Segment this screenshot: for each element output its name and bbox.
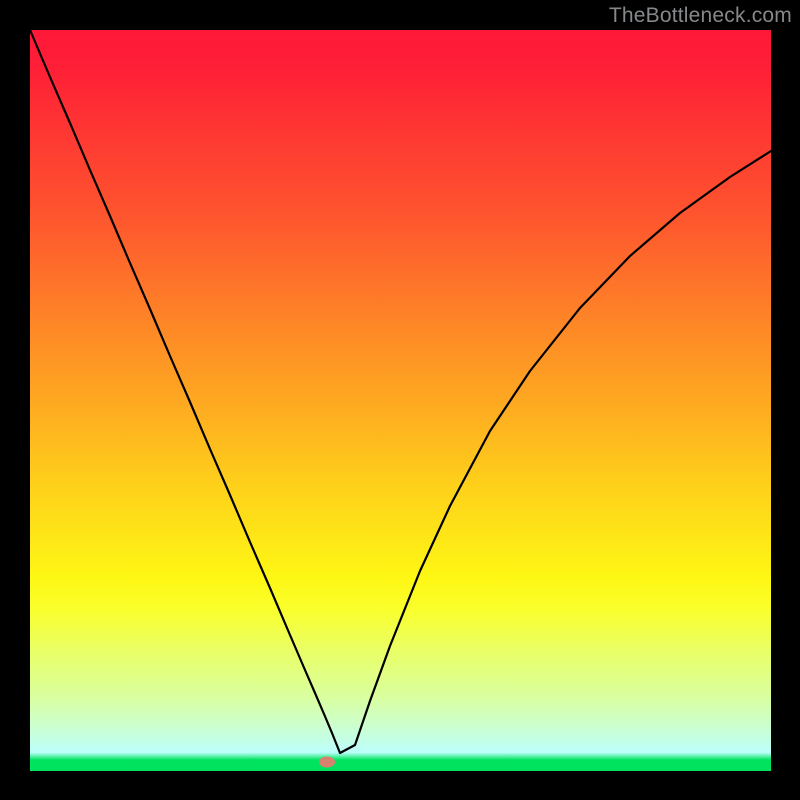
bottleneck-curve <box>30 30 771 771</box>
curve-path <box>30 30 771 753</box>
chart-frame: TheBottleneck.com <box>0 0 800 800</box>
optimal-point-marker <box>319 757 335 768</box>
plot-area <box>30 30 771 771</box>
watermark-text: TheBottleneck.com <box>609 4 792 28</box>
